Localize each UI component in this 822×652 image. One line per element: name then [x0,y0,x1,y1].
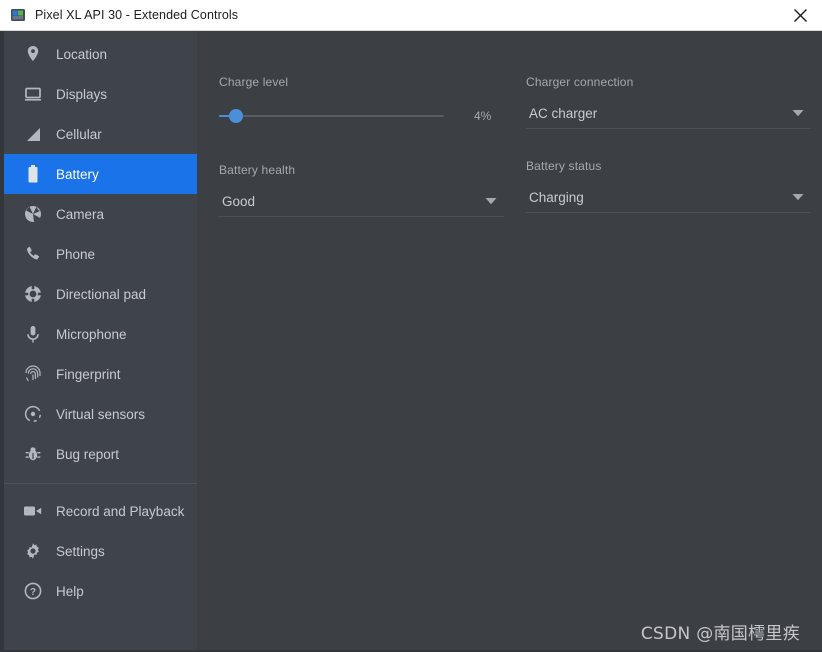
sidebar-item-label: Location [56,46,108,62]
sidebar-item-phone[interactable]: Phone [4,234,197,274]
sidebar-item-fingerprint[interactable]: Fingerprint [4,354,197,394]
battery-health-group: Battery health Good [219,163,504,217]
charge-level-slider[interactable] [219,106,444,126]
slider-thumb[interactable] [229,109,243,123]
bug-icon [22,443,44,465]
sidebar-item-label: Virtual sensors [56,406,146,422]
battery-right-column: Charger connection AC charger Battery st… [526,75,811,217]
sidebar-item-virtual-sensors[interactable]: Virtual sensors [4,394,197,434]
charger-connection-label: Charger connection [526,75,634,89]
sidebar-nav: Location Displays Cellular Battery Camer… [4,31,197,652]
close-icon [793,8,807,22]
sidebar-item-settings[interactable]: Settings [4,531,197,571]
chevron-down-icon [791,106,805,120]
sidebar-item-label: Cellular [56,126,102,142]
sidebar-item-label: Displays [56,86,108,102]
camera-aperture-icon [22,203,44,225]
charge-level-slider-row: 4% [219,103,504,129]
extended-controls-window: Pixel XL API 30 - Extended Controls Loca… [0,0,822,652]
signal-bars-icon [22,123,44,145]
battery-health-label: Battery health [219,163,296,177]
battery-status-dropdown[interactable]: Charging [526,182,811,213]
sidebar-item-microphone[interactable]: Microphone [4,314,197,354]
window-title: Pixel XL API 30 - Extended Controls [35,8,239,22]
charge-level-value: 4% [474,109,492,123]
battery-panel: Charge level 4% Battery health Good Char… [197,31,822,652]
chevron-down-icon [791,190,805,204]
charger-connection-dropdown[interactable]: AC charger [526,98,811,129]
sidebar-item-label: Microphone [56,326,127,342]
fingerprint-icon [22,363,44,385]
sidebar-item-bug-report[interactable]: Bug report [4,434,197,474]
charge-level-label: Charge level [219,75,289,89]
sidebar-item-help[interactable]: ? Help [4,571,197,611]
title-bar: Pixel XL API 30 - Extended Controls [0,0,822,31]
sidebar-divider [4,483,197,484]
close-button[interactable] [778,0,822,30]
sidebar-item-label: Phone [56,246,96,262]
charge-level-group: Charge level 4% [219,75,504,129]
sidebar-item-label: Directional pad [56,286,147,302]
battery-controls-grid: Charge level 4% Battery health Good Char… [197,31,822,217]
android-emulator-icon [10,7,26,23]
video-camera-icon [22,500,44,522]
sidebar-item-displays[interactable]: Displays [4,74,197,114]
monitor-icon [22,83,44,105]
sidebar-item-label: Record and Playback [56,503,185,519]
sidebar-item-camera[interactable]: Camera [4,194,197,234]
virtual-sensors-icon [22,403,44,425]
phone-handset-icon [22,243,44,265]
battery-status-value: Charging [529,189,584,205]
sidebar-item-label: Camera [56,206,105,222]
sidebar-item-cellular[interactable]: Cellular [4,114,197,154]
battery-left-column: Charge level 4% Battery health Good [219,75,504,217]
battery-health-value: Good [222,193,256,209]
window-body: Location Displays Cellular Battery Camer… [0,31,822,652]
sidebar-item-label: Fingerprint [56,366,121,382]
battery-status-label: Battery status [526,159,602,173]
slider-track [219,115,444,117]
battery-status-group: Battery status Charging [526,159,811,213]
sidebar-item-label: Help [56,583,84,599]
sidebar-item-label: Settings [56,543,105,559]
sidebar-item-directional-pad[interactable]: Directional pad [4,274,197,314]
sidebar-item-label: Bug report [56,446,120,462]
dpad-icon [22,283,44,305]
microphone-icon [22,323,44,345]
sidebar-item-location[interactable]: Location [4,34,197,74]
charger-connection-group: Charger connection AC charger [526,75,811,129]
help-circle-icon: ? [22,580,44,602]
gear-icon [22,540,44,562]
watermark-text: CSDN @南国樗里疾 [640,624,800,644]
sidebar-item-label: Battery [56,166,99,182]
chevron-down-icon [484,194,498,208]
sidebar-item-battery[interactable]: Battery [4,154,197,194]
location-pin-icon [22,43,44,65]
sidebar-item-record-and-playback[interactable]: Record and Playback [4,491,197,531]
svg-text:?: ? [30,587,36,598]
battery-icon [22,163,44,185]
charger-connection-value: AC charger [529,105,598,121]
battery-health-dropdown[interactable]: Good [219,186,504,217]
